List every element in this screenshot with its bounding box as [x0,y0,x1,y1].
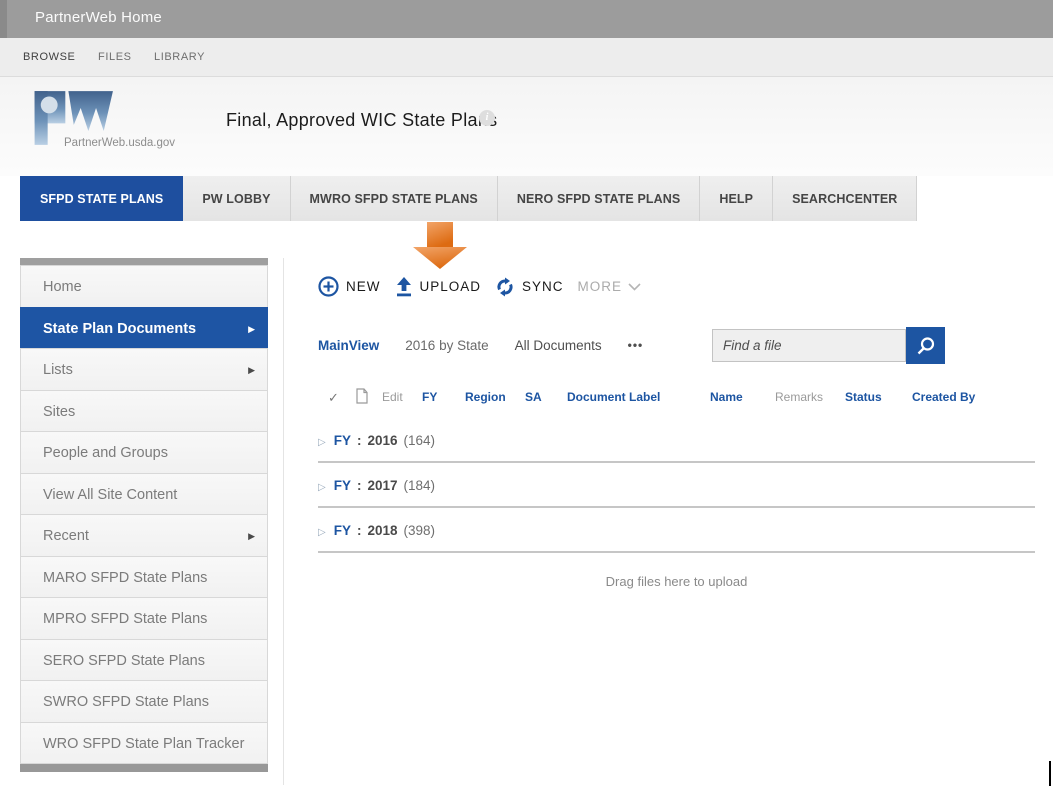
ribbon-tab-browse[interactable]: BROWSE [23,51,76,63]
plus-circle-icon [318,276,339,297]
sidebar-item-recent[interactable]: Recent▶ [20,514,268,557]
document-type-icon[interactable] [356,388,368,407]
sidebar-item-wro-sfpd-state-plan-tracker[interactable]: WRO SFPD State Plan Tracker [20,722,268,765]
sidebar-item-home[interactable]: Home [20,265,268,308]
column-header-region[interactable]: Region [465,390,506,404]
sidebar-item-sites[interactable]: Sites [20,390,268,433]
column-header-document-label[interactable]: Document Label [567,390,660,404]
drag-files-dropzone[interactable]: Drag files here to upload [318,574,1035,589]
submenu-arrow-icon: ▶ [248,349,255,392]
expand-triangle-icon[interactable]: ▷ [318,527,326,538]
table-header-row: ✓ Edit FY Region SA Document Label Name … [318,390,1035,412]
view-all-documents[interactable]: All Documents [515,338,602,353]
view-bar: MainView 2016 by State All Documents ••• [318,326,669,364]
sync-icon [495,277,515,297]
column-header-sa[interactable]: SA [525,390,542,404]
tab-sfpd-state-plans[interactable]: SFPD STATE PLANS [20,176,183,221]
logo-caption: PartnerWeb.usda.gov [64,137,175,149]
column-header-created-by[interactable]: Created By [912,390,975,404]
sidebar-item-state-plan-documents[interactable]: State Plan Documents▶ [20,307,268,350]
window-titlebar: PartnerWeb Home [0,0,1053,38]
chevron-down-icon [628,283,641,291]
tab-pw-lobby[interactable]: PW LOBBY [183,176,290,221]
group-row-fy-2016[interactable]: ▷FY:2016(164) [318,418,1035,463]
select-all-checkmark-icon[interactable]: ✓ [328,390,339,406]
titlebar-edge [0,0,7,38]
more-views-ellipsis[interactable]: ••• [628,338,644,352]
ribbon-tab-files[interactable]: FILES [98,51,132,63]
expand-triangle-icon[interactable]: ▷ [318,482,326,493]
search-button[interactable] [906,327,945,364]
tab-searchcenter[interactable]: SEARCHCENTER [773,176,917,221]
tab-help[interactable]: HELP [700,176,773,221]
sync-button[interactable]: SYNC [495,277,564,297]
group-count: (398) [404,523,436,538]
command-bar: NEW UPLOAD SYNC MORE [318,276,655,297]
sidebar-item-mpro-sfpd-state-plans[interactable]: MPRO SFPD State Plans [20,597,268,640]
view-2016-by-state[interactable]: 2016 by State [405,338,488,353]
document-library-main: NEW UPLOAD SYNC MORE [318,222,1035,782]
column-header-remarks: Remarks [775,390,823,404]
sidebar-bottom-rail [20,764,268,772]
group-count: (164) [404,433,436,448]
sidebar-item-sero-sfpd-state-plans[interactable]: SERO SFPD State Plans [20,639,268,682]
column-header-edit: Edit [382,390,403,404]
page: PartnerWeb Home BROWSE FILES LIBRARY Par… [0,0,1056,789]
site-header: PartnerWeb.usda.gov Final, Approved WIC … [0,77,1053,176]
sidebar-item-lists[interactable]: Lists▶ [20,348,268,391]
site-nav-tabs: SFPD STATE PLANS PW LOBBY MWRO SFPD STAT… [20,176,917,221]
group-rows: ▷FY:2016(164) ▷FY:2017(184) ▷FY:2018(398… [318,418,1035,553]
group-count: (184) [404,478,436,493]
sidebar-item-view-all-site-content[interactable]: View All Site Content [20,473,268,516]
text-cursor-artifact [1049,761,1051,786]
column-header-fy[interactable]: FY [422,390,437,404]
ribbon-bar: BROWSE FILES LIBRARY [0,38,1053,77]
page-title: Final, Approved WIC State Plans [226,110,497,131]
tab-nero-sfpd-state-plans[interactable]: NERO SFPD STATE PLANS [498,176,700,221]
group-row-fy-2018[interactable]: ▷FY:2018(398) [318,508,1035,553]
submenu-arrow-icon: ▶ [248,308,255,351]
more-button[interactable]: MORE [578,279,642,294]
find-a-file-input[interactable] [712,329,906,362]
sidebar-item-people-and-groups[interactable]: People and Groups [20,431,268,474]
column-header-name[interactable]: Name [710,390,743,404]
window-title: PartnerWeb Home [35,9,162,26]
sidebar-item-maro-sfpd-state-plans[interactable]: MARO SFPD State Plans [20,556,268,599]
expand-triangle-icon[interactable]: ▷ [318,437,326,448]
search-icon [916,336,936,356]
ribbon-tab-library[interactable]: LIBRARY [154,51,205,63]
new-button[interactable]: NEW [318,276,381,297]
upload-icon [395,277,413,297]
tab-mwro-sfpd-state-plans[interactable]: MWRO SFPD STATE PLANS [291,176,498,221]
group-row-fy-2017[interactable]: ▷FY:2017(184) [318,463,1035,508]
sidebar-divider [283,258,284,785]
sidebar-item-swro-sfpd-state-plans[interactable]: SWRO SFPD State Plans [20,680,268,723]
column-header-status[interactable]: Status [845,390,882,404]
upload-button[interactable]: UPLOAD [395,277,482,297]
view-mainview[interactable]: MainView [318,338,379,353]
info-icon[interactable]: i [479,110,495,126]
quick-launch-sidebar: Home State Plan Documents▶ Lists▶ Sites … [20,258,268,772]
submenu-arrow-icon: ▶ [248,515,255,558]
